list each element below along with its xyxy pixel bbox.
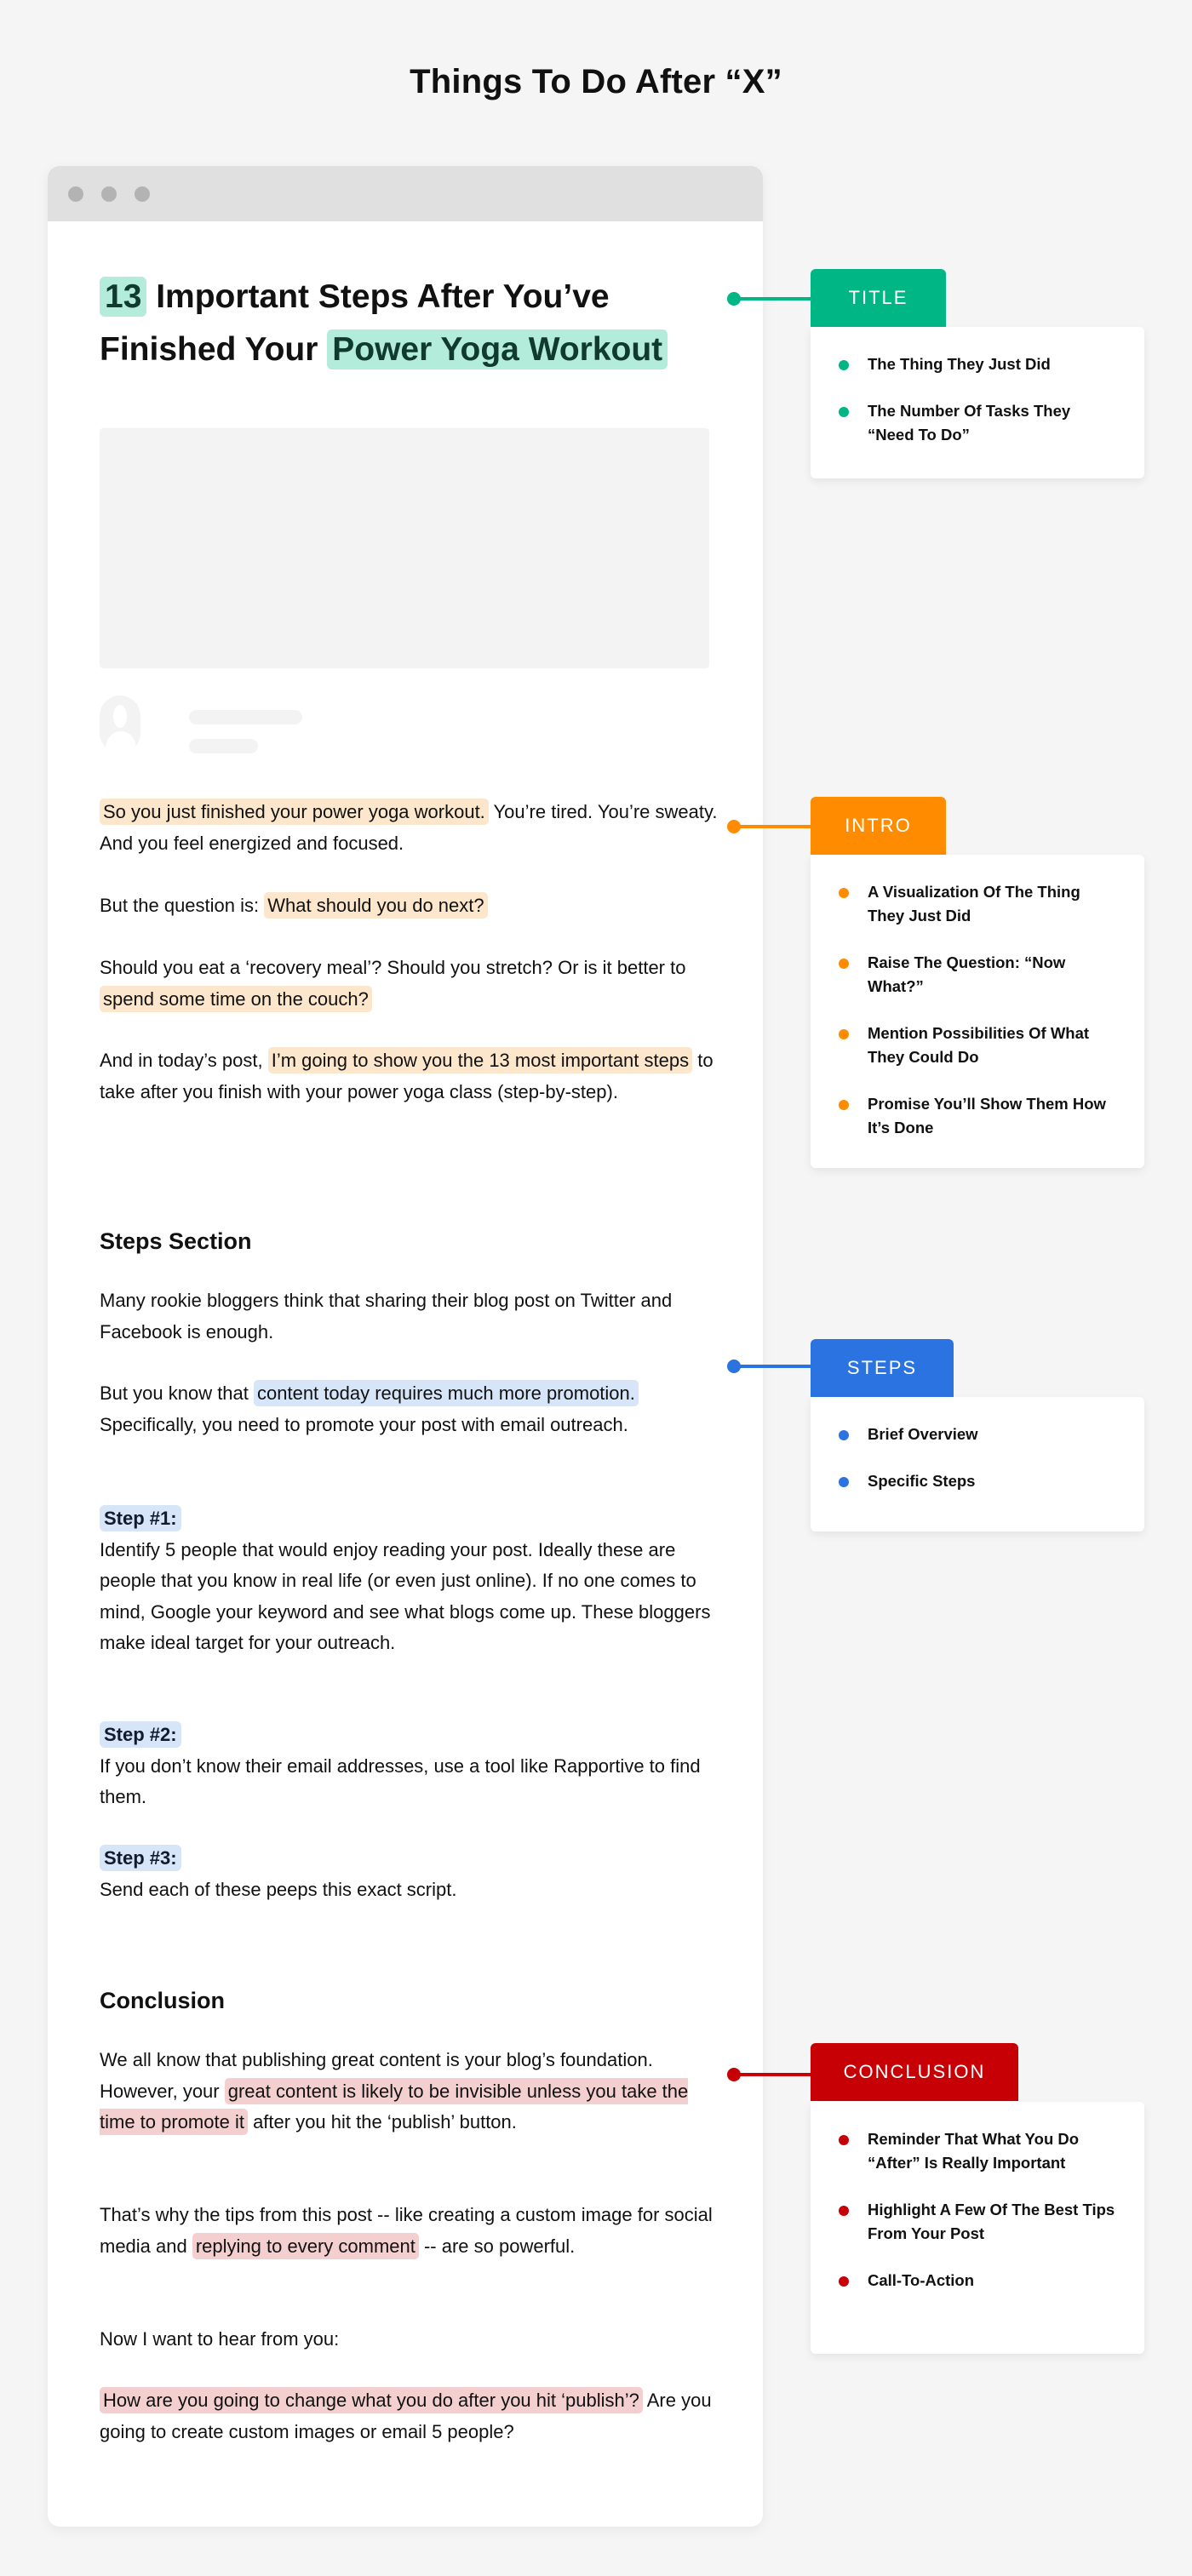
- intro-text: But the question is:: [100, 895, 265, 916]
- bullet-icon: [839, 1477, 849, 1487]
- intro-highlight: So you just finished your power yoga wor…: [100, 799, 489, 825]
- annotation-card: The Thing They Just Did The Number Of Ta…: [811, 327, 1144, 478]
- annotation-item-text: A Visualization Of The Thing They Just D…: [868, 883, 1080, 924]
- annotation-item: Raise The Question: “Now What?”: [839, 951, 1119, 999]
- intro-highlight: What should you do next?: [264, 892, 488, 919]
- bullet-icon: [839, 2135, 849, 2145]
- bullet-icon: [839, 1430, 849, 1440]
- annotation-item-text: Mention Possibilities Of What They Could…: [868, 1024, 1090, 1066]
- post-date-placeholder: [189, 739, 258, 753]
- bullet-icon: [839, 360, 849, 370]
- annotation-item-text: Raise The Question: “Now What?”: [868, 953, 1066, 995]
- steps-text: Specifically, you need to promote your p…: [100, 1413, 628, 1435]
- annotation-item-text: Call-To-Action: [868, 2271, 975, 2289]
- annotation-card: Brief Overview Specific Steps: [811, 1397, 1144, 1531]
- title-number-highlight: 13: [100, 277, 147, 317]
- conclusion-text: after you hit the ‘publish’ button.: [247, 2111, 517, 2132]
- steps-highlight: content today requires much more promoti…: [254, 1380, 639, 1406]
- step-text: If you don’t know their email addresses,…: [100, 1755, 701, 1808]
- bullet-icon: [839, 1100, 849, 1110]
- annotation-item-text: Reminder That What You Do “After” Is Rea…: [868, 2130, 1080, 2172]
- browser-window: 13 Important Steps After You’ve Finished…: [48, 166, 763, 2527]
- connector-line: [734, 297, 812, 301]
- annotation-item-text: Highlight A Few Of The Best Tips From Yo…: [868, 2201, 1115, 2242]
- conclusion-paragraph-1: We all know that publishing great conten…: [100, 2045, 721, 2138]
- annotation-item: Brief Overview: [839, 1423, 1119, 1446]
- annotation-tab: INTRO: [811, 797, 946, 855]
- annotation-item: Specific Steps: [839, 1469, 1119, 1493]
- window-dot-icon: [135, 186, 150, 202]
- connector-line: [734, 825, 812, 828]
- annotation-item: Call-To-Action: [839, 2269, 1119, 2293]
- steps-text: But you know that: [100, 1382, 254, 1404]
- title-text-line2: Finished Your: [100, 331, 328, 368]
- step-text: Identify 5 people that would enjoy readi…: [100, 1538, 711, 1654]
- conclusion-highlight: replying to every comment: [192, 2232, 419, 2259]
- annotation-item: The Number Of Tasks They “Need To Do”: [839, 399, 1119, 447]
- connector-line: [734, 2073, 812, 2076]
- window-dot-icon: [101, 186, 117, 202]
- intro-paragraph-3: Should you eat a ‘recovery meal’? Should…: [100, 953, 721, 1015]
- intro-paragraph-1: So you just finished your power yoga wor…: [100, 797, 721, 859]
- bullet-icon: [839, 959, 849, 969]
- annotation-tab: STEPS: [811, 1339, 954, 1397]
- conclusion-text: -- are so powerful.: [418, 2235, 576, 2257]
- intro-highlight: spend some time on the couch?: [100, 985, 372, 1012]
- bullet-icon: [839, 888, 849, 898]
- step-label: Step #1:: [100, 1505, 181, 1531]
- conclusion-paragraph-3: Now I want to hear from you:: [100, 2328, 340, 2350]
- bullet-icon: [839, 2206, 849, 2216]
- annotation-item: The Thing They Just Did: [839, 352, 1119, 376]
- bullet-icon: [839, 407, 849, 417]
- annotation-item: Mention Possibilities Of What They Could…: [839, 1022, 1119, 1069]
- step-label: Step #3:: [100, 1845, 181, 1871]
- conclusion-highlight: How are you going to change what you do …: [100, 2387, 643, 2413]
- bullet-icon: [839, 2276, 849, 2287]
- call-to-action-paragraph: How are you going to change what you do …: [100, 2385, 721, 2447]
- annotation-card: Reminder That What You Do “After” Is Rea…: [811, 2102, 1144, 2354]
- author-name-placeholder: [189, 710, 302, 724]
- annotation-item: A Visualization Of The Thing They Just D…: [839, 880, 1119, 928]
- annotation-item: Reminder That What You Do “After” Is Rea…: [839, 2127, 1119, 2175]
- featured-image-placeholder: [100, 428, 709, 668]
- connector-line: [734, 1365, 812, 1368]
- title-activity-highlight: Power Yoga Workout: [327, 329, 668, 369]
- title-text-line1: Important Steps After You’ve: [146, 278, 610, 315]
- step-3: Step #3: Send each of these peeps this e…: [100, 1843, 721, 1905]
- intro-text: Should you eat a ‘recovery meal’? Should…: [100, 957, 686, 978]
- annotation-item: Highlight A Few Of The Best Tips From Yo…: [839, 2198, 1119, 2246]
- annotation-item-text: Promise You’ll Show Them How It’s Done: [868, 1095, 1106, 1136]
- author-avatar-icon: [100, 696, 140, 753]
- step-1: Step #1: Identify 5 people that would en…: [100, 1503, 721, 1659]
- conclusion-paragraph-2: That’s why the tips from this post -- li…: [100, 2200, 721, 2262]
- annotation-tab: TITLE: [811, 269, 946, 327]
- steps-intro-paragraph: Many rookie bloggers think that sharing …: [100, 1290, 673, 1342]
- intro-highlight: I’m going to show you the 13 most import…: [267, 1047, 693, 1073]
- steps-promo-paragraph: But you know that content today requires…: [100, 1378, 721, 1440]
- intro-paragraph-4: And in today’s post, I’m going to show y…: [100, 1045, 721, 1108]
- annotation-tab: CONCLUSION: [811, 2043, 1018, 2101]
- annotation-item: Promise You’ll Show Them How It’s Done: [839, 1092, 1119, 1140]
- browser-chrome-bar: [48, 166, 763, 221]
- annotation-item-text: The Thing They Just Did: [868, 355, 1051, 373]
- annotation-item-text: The Number Of Tasks They “Need To Do”: [868, 402, 1071, 444]
- step-label: Step #2:: [100, 1721, 181, 1748]
- bullet-icon: [839, 1029, 849, 1039]
- page-title: Things To Do After “X”: [410, 63, 782, 100]
- conclusion-heading: Conclusion: [100, 1988, 225, 2013]
- annotation-item-text: Brief Overview: [868, 1425, 978, 1443]
- steps-section-heading: Steps Section: [100, 1228, 252, 1254]
- window-dot-icon: [68, 186, 83, 202]
- post-title: 13 Important Steps After You’ve Finished…: [100, 271, 747, 376]
- annotation-card: A Visualization Of The Thing They Just D…: [811, 855, 1144, 1168]
- annotation-item-text: Specific Steps: [868, 1472, 976, 1490]
- intro-paragraph-2: But the question is: What should you do …: [100, 890, 721, 922]
- step-text: Send each of these peeps this exact scri…: [100, 1878, 457, 1900]
- step-2: Step #2: If you don’t know their email a…: [100, 1720, 721, 1813]
- intro-text: And in today’s post,: [100, 1050, 268, 1071]
